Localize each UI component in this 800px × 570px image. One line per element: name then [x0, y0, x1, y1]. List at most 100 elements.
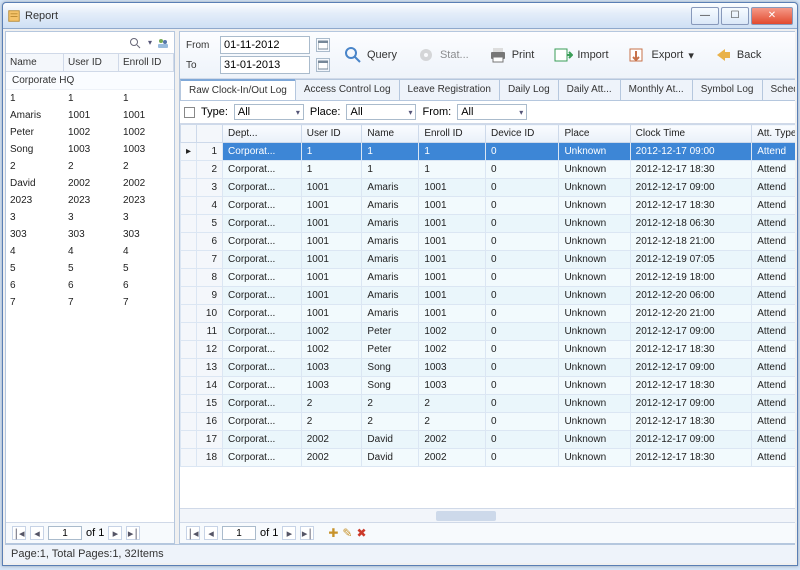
maximize-button[interactable]: ☐	[721, 7, 749, 25]
users-icon[interactable]	[156, 36, 170, 50]
add-record-icon[interactable]: ✚	[328, 526, 338, 540]
tab-leave-registration[interactable]: Leave Registration	[399, 79, 500, 100]
status-bar: Page:1, Total Pages:1, 32Items	[5, 544, 795, 563]
stat-button[interactable]: Stat...	[409, 42, 475, 68]
table-row[interactable]: 16Corporat...2220Unknown2012-12-17 18:30…	[181, 413, 796, 431]
from-label: From	[186, 40, 216, 51]
edit-record-icon[interactable]: ✎	[342, 526, 352, 540]
table-row[interactable]: 15Corporat...2220Unknown2012-12-17 09:00…	[181, 395, 796, 413]
export-button[interactable]: Export▾	[621, 42, 700, 68]
table-row[interactable]: 10Corporat...1001Amaris10010Unknown2012-…	[181, 305, 796, 323]
tree-group[interactable]: Corporate HQ	[6, 72, 174, 90]
tree-col-userid[interactable]: User ID	[64, 54, 119, 71]
col-header[interactable]: User ID	[301, 125, 362, 143]
filter-bar: Type: All▾ Place: All▾ From: All▾	[180, 101, 795, 124]
tab-raw-clock-in-out-log[interactable]: Raw Clock-In/Out Log	[180, 79, 296, 100]
from-combo[interactable]: All▾	[457, 104, 527, 120]
table-row[interactable]: 18Corporat...2002David20020Unknown2012-1…	[181, 449, 796, 467]
tree-row[interactable]: 303303303	[6, 226, 174, 243]
tree-col-enrollid[interactable]: Enroll ID	[119, 54, 174, 71]
col-header[interactable]: Place	[559, 125, 630, 143]
table-row[interactable]: 7Corporat...1001Amaris10010Unknown2012-1…	[181, 251, 796, 269]
grid[interactable]: Dept...User IDNameEnroll IDDevice IDPlac…	[180, 124, 795, 508]
table-row[interactable]: 12Corporat...1002Peter10020Unknown2012-1…	[181, 341, 796, 359]
col-header[interactable]: Att. Type	[752, 125, 795, 143]
pager-last[interactable]: ▸∣	[126, 526, 140, 540]
table-row[interactable]: 2Corporat...1110Unknown2012-12-17 18:30A…	[181, 161, 796, 179]
table-row[interactable]: 6Corporat...1001Amaris10010Unknown2012-1…	[181, 233, 796, 251]
minimize-button[interactable]: —	[691, 7, 719, 25]
export-caret-icon: ▾	[688, 49, 694, 62]
main-pager: ∣◂ ◂ of 1 ▸ ▸∣ ✚ ✎ ✖	[180, 522, 795, 543]
employee-panel: ▾ Name User ID Enroll ID Corporate HQ 11…	[5, 31, 175, 544]
pager-next[interactable]: ▸	[108, 526, 122, 540]
tree-row[interactable]: 555	[6, 260, 174, 277]
printer-icon	[487, 44, 509, 66]
grid-pager-prev[interactable]: ◂	[204, 526, 218, 540]
content-area: ▾ Name User ID Enroll ID Corporate HQ 11…	[3, 29, 797, 565]
import-button[interactable]: Import	[546, 42, 614, 68]
table-row[interactable]: ▸1Corporat...1110Unknown2012-12-17 09:00…	[181, 143, 796, 161]
tab-schedule[interactable]: Schedule	[762, 79, 796, 100]
place-combo[interactable]: All▾	[346, 104, 416, 120]
tree-row[interactable]: Song10031003	[6, 141, 174, 158]
tree-row[interactable]: 666	[6, 277, 174, 294]
back-button[interactable]: Back	[706, 42, 767, 68]
grid-pager-next[interactable]: ▸	[282, 526, 296, 540]
tree-row[interactable]: 202320232023	[6, 192, 174, 209]
grid-pager-last[interactable]: ▸∣	[300, 526, 314, 540]
tree-row[interactable]: 333	[6, 209, 174, 226]
titlebar[interactable]: Report — ☐ ✕	[3, 3, 797, 29]
tree-row[interactable]: 222	[6, 158, 174, 175]
query-button[interactable]: Query	[336, 42, 403, 68]
grid-pager-page-input[interactable]	[222, 526, 256, 540]
tree-row[interactable]: 444	[6, 243, 174, 260]
type-combo[interactable]: All▾	[234, 104, 304, 120]
table-row[interactable]: 14Corporat...1003Song10030Unknown2012-12…	[181, 377, 796, 395]
delete-record-icon[interactable]: ✖	[356, 526, 366, 540]
search-icon[interactable]	[128, 36, 142, 50]
col-header[interactable]: Enroll ID	[419, 125, 486, 143]
to-date-picker-icon[interactable]	[316, 58, 330, 72]
tree-col-name[interactable]: Name	[6, 54, 64, 71]
tab-daily-att-[interactable]: Daily Att...	[558, 79, 621, 100]
filter-checkbox[interactable]	[184, 107, 195, 118]
table-row[interactable]: 5Corporat...1001Amaris10010Unknown2012-1…	[181, 215, 796, 233]
to-date-input[interactable]: 31-01-2013	[220, 56, 310, 74]
toolbar: From 01-11-2012 To 31-01-2013 Query Stat…	[180, 32, 795, 79]
tree-row[interactable]: David20022002	[6, 175, 174, 192]
close-button[interactable]: ✕	[751, 7, 793, 25]
col-header[interactable]: Device ID	[486, 125, 559, 143]
type-label: Type:	[201, 106, 228, 118]
horizontal-scrollbar[interactable]	[180, 508, 795, 522]
table-row[interactable]: 9Corporat...1001Amaris10010Unknown2012-1…	[181, 287, 796, 305]
from-date-picker-icon[interactable]	[316, 38, 330, 52]
tree-row[interactable]: Peter10021002	[6, 124, 174, 141]
search-caret[interactable]: ▾	[148, 38, 152, 47]
table-row[interactable]: 17Corporat...2002David20020Unknown2012-1…	[181, 431, 796, 449]
tab-access-control-log[interactable]: Access Control Log	[295, 79, 400, 100]
table-row[interactable]: 3Corporat...1001Amaris10010Unknown2012-1…	[181, 179, 796, 197]
pager-page-input[interactable]	[48, 526, 82, 540]
table-row[interactable]: 13Corporat...1003Song10030Unknown2012-12…	[181, 359, 796, 377]
magnifier-icon	[342, 44, 364, 66]
window-title: Report	[25, 10, 691, 22]
pager-prev[interactable]: ◂	[30, 526, 44, 540]
tab-symbol-log[interactable]: Symbol Log	[692, 79, 763, 100]
print-button[interactable]: Print	[481, 42, 541, 68]
col-header[interactable]: Name	[362, 125, 419, 143]
tree-body[interactable]: Corporate HQ 111Amaris10011001Peter10021…	[6, 72, 174, 522]
table-row[interactable]: 4Corporat...1001Amaris10010Unknown2012-1…	[181, 197, 796, 215]
col-header[interactable]: Clock Time	[630, 125, 752, 143]
pager-first[interactable]: ∣◂	[12, 526, 26, 540]
table-row[interactable]: 11Corporat...1002Peter10020Unknown2012-1…	[181, 323, 796, 341]
tree-row[interactable]: Amaris10011001	[6, 107, 174, 124]
tree-row[interactable]: 777	[6, 294, 174, 311]
from-date-input[interactable]: 01-11-2012	[220, 36, 310, 54]
col-header[interactable]: Dept...	[223, 125, 302, 143]
tab-daily-log[interactable]: Daily Log	[499, 79, 559, 100]
grid-pager-first[interactable]: ∣◂	[186, 526, 200, 540]
tab-monthly-at-[interactable]: Monthly At...	[620, 79, 693, 100]
table-row[interactable]: 8Corporat...1001Amaris10010Unknown2012-1…	[181, 269, 796, 287]
tree-row[interactable]: 111	[6, 90, 174, 107]
